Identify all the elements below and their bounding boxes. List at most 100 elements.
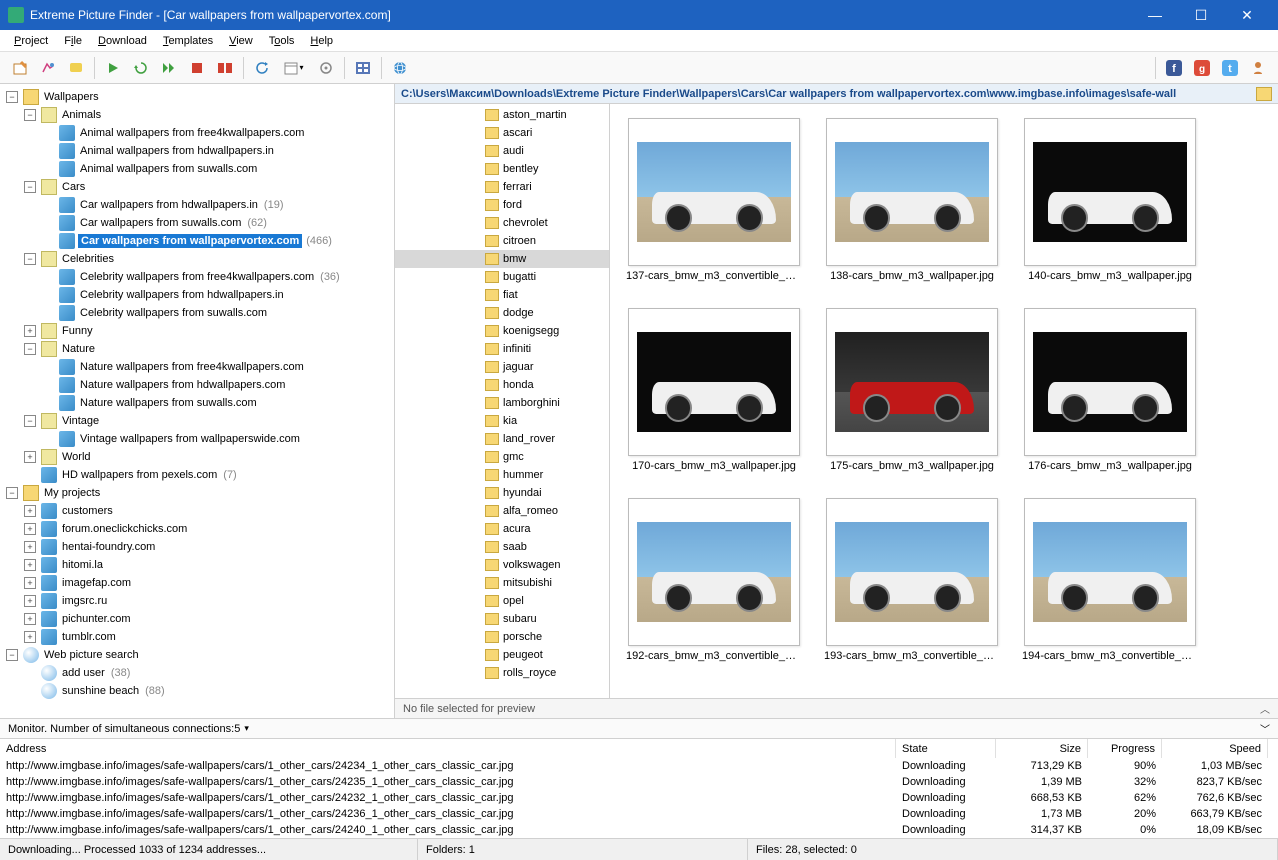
tree-node[interactable]: −My projects [2,484,392,502]
tree-node[interactable]: Nature wallpapers from free4kwallpapers.… [2,358,392,376]
monitor-bar[interactable]: Monitor. Number of simultaneous connecti… [0,718,1278,738]
options-button[interactable] [314,56,338,80]
folder-item[interactable]: gmc [395,448,609,466]
folder-item[interactable]: koenigsegg [395,322,609,340]
menu-tools[interactable]: Tools [261,33,303,49]
download-row[interactable]: http://www.imgbase.info/images/safe-wall… [0,758,1278,774]
folder-item[interactable]: acura [395,520,609,538]
menu-project[interactable]: Project [6,33,56,49]
stop-all-button[interactable] [213,56,237,80]
collapse-icon[interactable]: − [24,253,36,265]
collapse-icon[interactable]: − [24,343,36,355]
tree-node[interactable]: Celebrity wallpapers from hdwallpapers.i… [2,286,392,304]
folder-item[interactable]: ford [395,196,609,214]
chevron-up-icon[interactable]: ︿ [1260,701,1270,716]
col-address[interactable]: Address [0,739,896,758]
tree-node[interactable]: +World [2,448,392,466]
thumbnail[interactable]: 176-cars_bmw_m3_wallpaper.jpg [1020,308,1200,472]
folder-item[interactable]: bentley [395,160,609,178]
folder-item[interactable]: lamborghini [395,394,609,412]
folder-icon[interactable] [1256,87,1272,101]
twitter-icon[interactable]: t [1218,56,1242,80]
thumbnail[interactable]: 194-cars_bmw_m3_convertible_wallp... [1020,498,1200,662]
settings-button[interactable] [36,56,60,80]
tree-node[interactable]: −Cars [2,178,392,196]
folder-item[interactable]: saab [395,538,609,556]
col-size[interactable]: Size [996,739,1088,758]
collapse-icon[interactable]: − [24,415,36,427]
folder-item[interactable]: hummer [395,466,609,484]
thumbnail[interactable]: 138-cars_bmw_m3_wallpaper.jpg [822,118,1002,282]
tree-node[interactable]: Animal wallpapers from free4kwallpapers.… [2,124,392,142]
new-project-button[interactable] [8,56,32,80]
menu-file[interactable]: File [56,33,90,49]
folder-item[interactable]: opel [395,592,609,610]
folder-item[interactable]: ascari [395,124,609,142]
thumbnail[interactable]: 193-cars_bmw_m3_convertible_wallp... [822,498,1002,662]
folder-item[interactable]: rolls_royce [395,664,609,682]
close-button[interactable]: ✕ [1224,0,1270,30]
folder-item[interactable]: bugatti [395,268,609,286]
tree-node[interactable]: −Wallpapers [2,88,392,106]
folder-item[interactable]: chevrolet [395,214,609,232]
tree-node[interactable]: Nature wallpapers from hdwallpapers.com [2,376,392,394]
folder-list[interactable]: aston_martinascariaudibentleyferrariford… [395,104,610,698]
expand-icon[interactable]: + [24,523,36,535]
tree-node[interactable]: +customers [2,502,392,520]
restart-button[interactable] [129,56,153,80]
collapse-icon[interactable]: − [6,487,18,499]
tree-node[interactable]: add user(38) [2,664,392,682]
tree-node[interactable]: Animal wallpapers from hdwallpapers.in [2,142,392,160]
tree-node[interactable]: −Web picture search [2,646,392,664]
folder-item[interactable]: infiniti [395,340,609,358]
collapse-icon[interactable]: − [6,91,18,103]
folder-item[interactable]: ferrari [395,178,609,196]
collapse-icon[interactable]: − [24,181,36,193]
folder-item[interactable]: volkswagen [395,556,609,574]
calendar-button[interactable]: ▾ [278,56,310,80]
download-row[interactable]: http://www.imgbase.info/images/safe-wall… [0,822,1278,838]
thumbnail[interactable]: 137-cars_bmw_m3_convertible_wallp... [624,118,804,282]
tree-node[interactable]: +pichunter.com [2,610,392,628]
play-all-button[interactable] [157,56,181,80]
menu-templates[interactable]: Templates [155,33,221,49]
dropdown-icon[interactable]: ▾ [244,723,249,734]
browser-button[interactable] [388,56,412,80]
expand-icon[interactable]: + [24,631,36,643]
tree-node[interactable]: Animal wallpapers from suwalls.com [2,160,392,178]
expand-icon[interactable]: + [24,559,36,571]
download-rows[interactable]: http://www.imgbase.info/images/safe-wall… [0,758,1278,838]
tree-node[interactable]: −Celebrities [2,250,392,268]
tree-node[interactable]: Car wallpapers from wallpapervortex.com(… [2,232,392,250]
maximize-button[interactable]: ☐ [1178,0,1224,30]
notes-button[interactable] [64,56,88,80]
folder-item[interactable]: alfa_romeo [395,502,609,520]
collapse-icon[interactable]: − [24,109,36,121]
folder-item[interactable]: honda [395,376,609,394]
folder-item[interactable]: bmw [395,250,609,268]
expand-icon[interactable]: + [24,541,36,553]
expand-icon[interactable]: + [24,613,36,625]
minimize-button[interactable]: — [1132,0,1178,30]
col-state[interactable]: State [896,739,996,758]
play-button[interactable] [101,56,125,80]
col-speed[interactable]: Speed [1162,739,1268,758]
col-progress[interactable]: Progress [1088,739,1162,758]
tree-node[interactable]: +Funny [2,322,392,340]
tree-node[interactable]: +tumblr.com [2,628,392,646]
menu-download[interactable]: Download [90,33,155,49]
thumbnail[interactable]: 192-cars_bmw_m3_convertible_wallp... [624,498,804,662]
tree-node[interactable]: +hitomi.la [2,556,392,574]
tree-node[interactable]: sunshine beach(88) [2,682,392,700]
preview-bar[interactable]: No file selected for preview ︿ [395,698,1278,718]
folder-item[interactable]: jaguar [395,358,609,376]
collapse-icon[interactable]: − [6,649,18,661]
menu-help[interactable]: Help [302,33,341,49]
share-icon[interactable] [1246,56,1270,80]
thumbnail[interactable]: 175-cars_bmw_m3_wallpaper.jpg [822,308,1002,472]
google-icon[interactable]: g [1190,56,1214,80]
expand-icon[interactable]: + [24,577,36,589]
tree-node[interactable]: −Nature [2,340,392,358]
folder-item[interactable]: porsche [395,628,609,646]
folder-item[interactable]: mitsubishi [395,574,609,592]
